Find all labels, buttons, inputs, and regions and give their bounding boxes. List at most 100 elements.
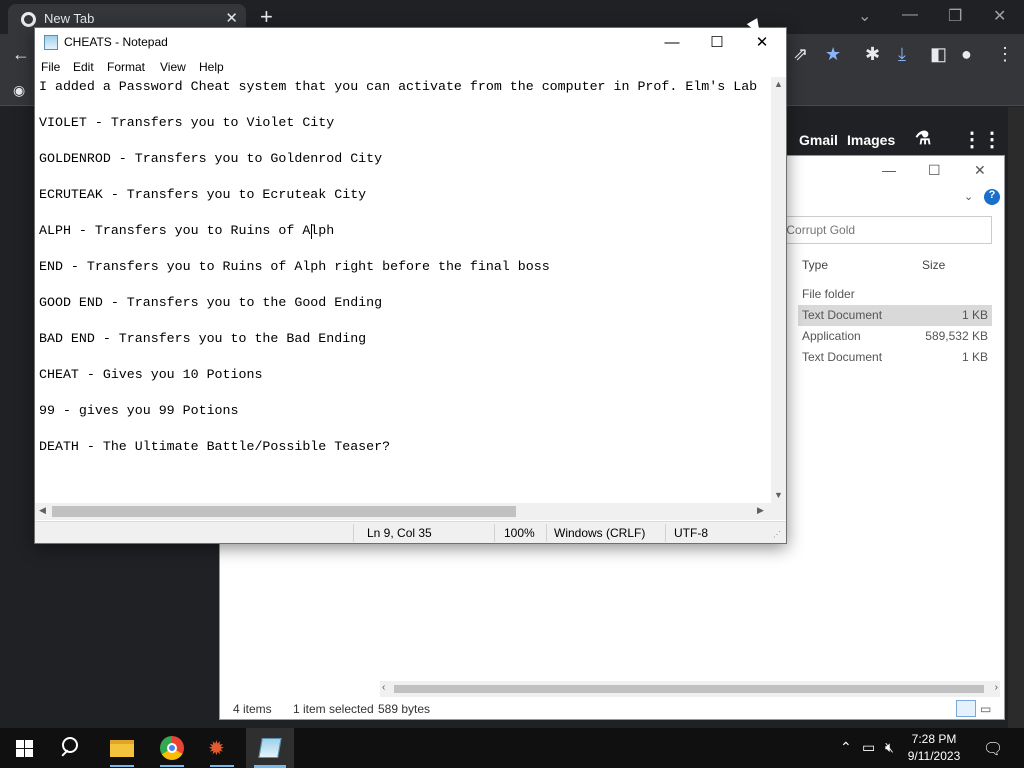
menu-view[interactable]: View: [160, 60, 186, 74]
scroll-left-icon[interactable]: ‹: [382, 682, 385, 693]
menu-file[interactable]: File: [41, 60, 60, 74]
text-line: ECRUTEAK - Transfers you to Ecruteak Cit…: [39, 187, 367, 202]
menu-bar: File Edit Format View Help: [35, 57, 786, 77]
text-line: ALPH - Transfers you to Ruins of Alph: [39, 223, 335, 238]
cursor-position: Ln 9, Col 35: [367, 526, 432, 540]
text-line: END - Transfers you to Ruins of Alph rig…: [39, 259, 550, 274]
scroll-left-icon[interactable]: ◀: [39, 505, 46, 516]
browser-scrollbar[interactable]: [1008, 107, 1024, 728]
explorer-column-header: Type Size: [798, 252, 998, 278]
close-tab-icon[interactable]: ✕: [225, 9, 238, 27]
file-row[interactable]: Text Document 1 KB: [798, 347, 992, 368]
search-button[interactable]: [48, 728, 96, 768]
notepad-icon: [258, 738, 282, 758]
scroll-thumb[interactable]: [394, 685, 984, 693]
zoom-level: 100%: [504, 526, 535, 540]
scroll-right-icon[interactable]: ▶: [757, 505, 764, 516]
game-icon: ✹: [208, 738, 225, 760]
menu-edit[interactable]: Edit: [73, 60, 94, 74]
text-caret: [311, 224, 312, 239]
bookmark-star-icon[interactable]: ★: [825, 44, 841, 65]
horizontal-scrollbar[interactable]: ◀ ▶: [35, 503, 786, 520]
file-row[interactable]: File folder: [798, 284, 992, 305]
text-line: DEATH - The Ultimate Battle/Possible Tea…: [39, 439, 391, 454]
minimize-button[interactable]: —: [650, 31, 694, 55]
notepad-title-bar[interactable]: CHEATS - Notepad — ☐ ✕: [35, 28, 786, 57]
details-view-icon[interactable]: [956, 700, 976, 717]
gmail-link[interactable]: Gmail: [799, 132, 838, 148]
text-line: I added a Password Cheat system that you…: [39, 79, 758, 94]
clock[interactable]: 7:28 PM 9/11/2023: [902, 731, 966, 765]
maximize-button[interactable]: ☐: [695, 31, 739, 55]
menu-format[interactable]: Format: [107, 60, 145, 74]
status-bar: Ln 9, Col 35 100% Windows (CRLF) UTF-8 ⋰: [35, 521, 786, 543]
images-link[interactable]: Images: [847, 132, 895, 148]
scroll-up-icon[interactable]: ▲: [774, 79, 783, 89]
window-title: CHEATS - Notepad: [64, 35, 168, 49]
taskbar: ✹ ⌃ ▭ 🔇︎ 7:28 PM 9/11/2023 🗨︎: [0, 728, 1024, 768]
explorer-close-icon[interactable]: ✕: [974, 162, 986, 179]
close-window-icon[interactable]: ✕: [993, 6, 1006, 26]
profile-avatar-icon[interactable]: ●: [961, 44, 972, 65]
text-line: CHEAT - Gives you 10 Potions: [39, 367, 263, 382]
chrome-icon: [21, 12, 36, 27]
bookmark-globe-icon[interactable]: ◉: [13, 82, 25, 99]
taskbar-notepad[interactable]: [246, 728, 294, 768]
file-row[interactable]: Application 589,532 KB: [798, 326, 992, 347]
close-button[interactable]: ✕: [740, 31, 784, 55]
selection-size: 589 bytes: [378, 702, 431, 716]
horizontal-scroll-thumb[interactable]: [52, 506, 516, 517]
clock-date: 9/11/2023: [907, 749, 961, 763]
column-type[interactable]: Type: [802, 258, 828, 272]
text-line: 99 - gives you 99 Potions: [39, 403, 239, 418]
tab-search-icon[interactable]: ⌄: [858, 6, 871, 26]
labs-flask-icon[interactable]: ⚗: [915, 128, 931, 149]
help-icon[interactable]: ?: [984, 189, 1000, 205]
tray-chevron-icon[interactable]: ⌃: [840, 739, 852, 756]
text-line: BAD END - Transfers you to the Bad Endin…: [39, 331, 367, 346]
resize-grip-icon[interactable]: ⋰: [773, 522, 781, 544]
share-icon[interactable]: ⇗: [793, 44, 808, 65]
network-icon[interactable]: ▭: [862, 739, 875, 756]
start-button[interactable]: [0, 728, 48, 768]
explorer-maximize-icon[interactable]: ☐: [928, 162, 941, 179]
text-line: GOLDENROD - Transfers you to Goldenrod C…: [39, 151, 383, 166]
volume-muted-icon[interactable]: 🔇︎: [885, 739, 894, 756]
notepad-app-icon: [44, 35, 58, 50]
column-size[interactable]: Size: [922, 258, 945, 272]
text-line: GOOD END - Transfers you to the Good End…: [39, 295, 383, 310]
text-line: VIOLET - Transfers you to Violet City: [39, 115, 335, 130]
selection-count: 1 item selected: [293, 702, 374, 716]
notifications-icon[interactable]: 🗨︎: [983, 739, 1003, 759]
clock-time: 7:28 PM: [911, 732, 957, 746]
file-row-selected[interactable]: Text Document 1 KB: [798, 305, 992, 326]
explorer-minimize-icon[interactable]: —: [882, 162, 896, 178]
start-icon: [16, 740, 24, 748]
tab-title: New Tab: [44, 11, 95, 26]
taskbar-game[interactable]: ✹: [198, 728, 246, 768]
explorer-horizontal-scrollbar[interactable]: ‹ ›: [380, 681, 1000, 697]
scroll-right-icon[interactable]: ›: [995, 682, 998, 693]
back-icon[interactable]: ←: [12, 44, 30, 65]
file-explorer-icon: [110, 740, 134, 757]
large-icons-view-icon[interactable]: ▭: [980, 702, 991, 716]
minimize-icon[interactable]: —: [902, 6, 918, 24]
vertical-scrollbar[interactable]: ▲ ▼: [771, 77, 786, 503]
line-ending: Windows (CRLF): [554, 526, 646, 540]
text-editor[interactable]: I added a Password Cheat system that you…: [35, 77, 771, 503]
encoding: UTF-8: [674, 526, 708, 540]
download-icon[interactable]: ⤓: [898, 44, 906, 65]
menu-kebab-icon[interactable]: ⋮: [996, 44, 1014, 65]
taskbar-file-explorer[interactable]: [98, 728, 146, 768]
scroll-down-icon[interactable]: ▼: [774, 490, 783, 500]
side-panel-icon[interactable]: ◧: [930, 44, 947, 65]
item-count: 4 items: [233, 702, 272, 716]
explorer-status-bar: 4 items 1 item selected 589 bytes ▭: [220, 699, 1004, 719]
notepad-window: CHEATS - Notepad — ☐ ✕ File Edit Format …: [34, 27, 787, 544]
ribbon-expand-icon[interactable]: ⌄: [964, 190, 973, 203]
restore-icon[interactable]: ❐: [948, 6, 962, 26]
menu-help[interactable]: Help: [199, 60, 224, 74]
explorer-search-input[interactable]: Search Corrupt Gold: [745, 216, 992, 244]
taskbar-chrome[interactable]: [148, 728, 196, 768]
extensions-icon[interactable]: ✱: [865, 44, 880, 65]
